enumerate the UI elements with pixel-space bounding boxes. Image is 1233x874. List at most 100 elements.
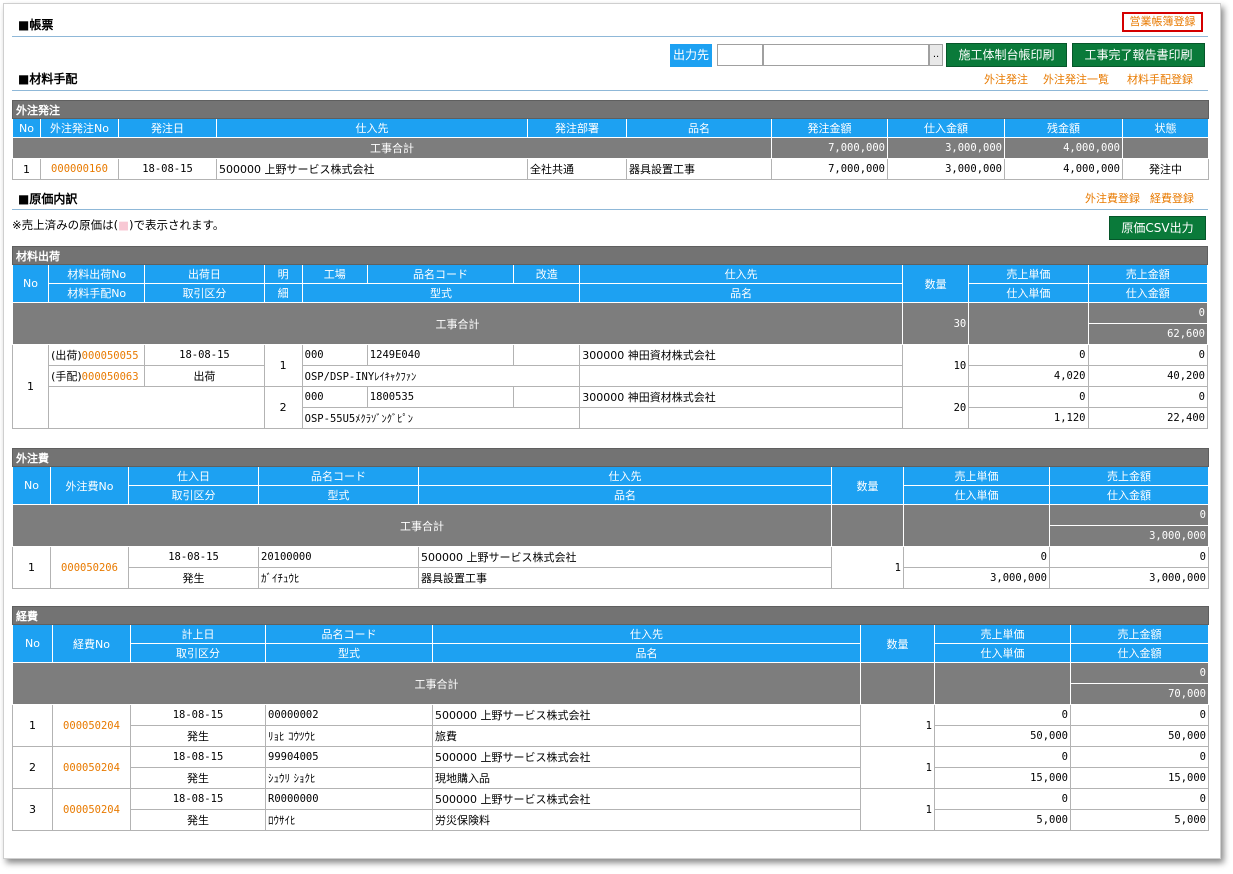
col-header: 工場 [301, 264, 368, 284]
output-browse-button[interactable]: .. [929, 44, 943, 66]
col-header: 売上金額 [1087, 264, 1208, 284]
line-no: 2 [263, 386, 303, 429]
total-purchase: 70,000 [1070, 683, 1209, 705]
col-header: 仕入単価 [934, 643, 1071, 663]
col-header: 売上金額 [1070, 624, 1209, 644]
arrange-no-cell: (手配)000050063 [48, 365, 146, 387]
cost-csv-export-button[interactable]: 原価CSV出力 [1109, 216, 1206, 240]
purchase-amount: 22,400 [1087, 407, 1208, 429]
transaction-type: 発生 [128, 567, 259, 589]
item-name: 器具設置工事 [418, 567, 832, 589]
model: ﾛｳｻｲﾋ [265, 809, 433, 831]
sale-unit: 0 [903, 546, 1050, 568]
material-shipment-table: 材料出荷 No 材料出荷No 出荷日 明 工場 品名コード 改造 仕入先 数量 … [11, 246, 1208, 429]
col-header: 品名 [418, 485, 832, 505]
record-date: 18-08-15 [130, 704, 266, 726]
col-header: 明 [263, 264, 303, 284]
purchase-unit: 5,000 [934, 809, 1071, 831]
qty: 1 [860, 746, 935, 789]
remaining-amount: 4,000,000 [1004, 158, 1123, 180]
row-no: 2 [12, 746, 53, 789]
factory: 000 [301, 344, 368, 366]
col-header: 数量 [860, 624, 935, 663]
item-code: 1800535 [366, 386, 515, 408]
model: ｼｭｳﾘ ｼｮｸﾋ [265, 767, 433, 789]
sales-ledger-register-link[interactable]: 営業帳簿登録 [1122, 12, 1203, 32]
divider [12, 209, 1208, 210]
col-header: 品名 [579, 283, 904, 303]
col-header: 外注発注No [40, 118, 119, 138]
expense-no-link[interactable]: 000050204 [52, 788, 131, 831]
item-name: 器具設置工事 [626, 158, 772, 180]
ship-no-cell: (出荷)000050055 [48, 344, 146, 366]
total-blank [934, 662, 1071, 705]
qty: 20 [902, 386, 970, 429]
ship-no-link[interactable]: 000050055 [82, 350, 139, 362]
material-shipment-bar: 材料出荷 [12, 246, 1208, 265]
output-label: 出力先 [670, 44, 712, 67]
modification [513, 344, 581, 366]
total-label: 工事合計 [12, 504, 832, 547]
arrange-no-link[interactable]: 000050063 [82, 371, 139, 383]
supplier: 500000 上野サービス株式会社 [216, 158, 528, 180]
purchase-amount: 3,000,000 [887, 158, 1005, 180]
col-header: 品名コード [366, 264, 515, 284]
col-header: 発注部署 [527, 118, 627, 138]
col-header: 計上日 [130, 624, 266, 644]
col-header: 細 [263, 283, 303, 303]
col-header: 取引区分 [130, 643, 266, 663]
sale-unit: 0 [934, 788, 1071, 810]
divider [12, 36, 1208, 37]
sale-amount: 0 [1049, 546, 1209, 568]
total-purchase: 3,000,000 [1049, 525, 1209, 547]
row-no: 3 [12, 788, 53, 831]
pink-swatch: ■ [118, 218, 129, 232]
line-no: 1 [263, 344, 303, 387]
purchase-amount: 15,000 [1070, 767, 1209, 789]
ship-prefix: (出荷) [51, 349, 82, 362]
qty: 10 [902, 344, 970, 387]
col-header: 発注日 [118, 118, 217, 138]
expense-no-link[interactable]: 000050204 [52, 704, 131, 747]
output-name-input[interactable] [763, 44, 929, 66]
sale-unit: 0 [934, 704, 1071, 726]
print-construction-ledger-button[interactable]: 施工体制台帳印刷 [946, 43, 1067, 67]
sale-amount: 0 [1070, 788, 1209, 810]
supplier: 500000 上野サービス株式会社 [432, 788, 861, 810]
link-outsource-order-list[interactable]: 外注発注一覧 [1043, 71, 1109, 87]
item-code: R0000000 [265, 788, 433, 810]
link-outsource-cost-register[interactable]: 外注費登録 [1085, 190, 1140, 206]
outsource-order-bar: 外注発注 [12, 100, 1209, 119]
arrange-prefix: (手配) [51, 370, 82, 383]
col-header: 型式 [265, 643, 433, 663]
col-header: 型式 [301, 283, 581, 303]
link-outsource-order[interactable]: 外注発注 [984, 71, 1028, 87]
purchase-unit: 3,000,000 [903, 567, 1050, 589]
expense-table: 経費 No 経費No 計上日 品名コード 仕入先 数量 売上単価 売上金額 取引… [12, 606, 1209, 831]
link-expense-register[interactable]: 経費登録 [1150, 190, 1194, 206]
table-row: 1 000050206 18-08-15 20100000 500000 上野サ… [12, 546, 1209, 589]
outsource-no-link[interactable]: 000050206 [50, 546, 129, 589]
qty: 1 [860, 788, 935, 831]
col-header: 品名コード [258, 466, 419, 486]
output-code-input[interactable] [717, 44, 763, 66]
col-header: No [12, 118, 41, 138]
link-material-register[interactable]: 材料手配登録 [1127, 71, 1193, 87]
sale-amount: 0 [1087, 386, 1208, 408]
col-header: 品名 [432, 643, 861, 663]
expense-no-link[interactable]: 000050204 [52, 746, 131, 789]
row-no: 1 [12, 158, 41, 180]
print-completion-report-button[interactable]: 工事完了報告書印刷 [1072, 43, 1205, 67]
total-qty: 30 [902, 302, 970, 345]
supplier: 300000 神田資材株式会社 [579, 344, 904, 366]
sale-amount: 0 [1070, 746, 1209, 768]
supplier: 500000 上野サービス株式会社 [418, 546, 832, 568]
order-no-link[interactable]: 000000160 [40, 158, 119, 180]
total-label: 工事合計 [12, 137, 772, 159]
purchase-unit: 15,000 [934, 767, 1071, 789]
purchase-amount: 50,000 [1070, 725, 1209, 747]
col-header: 材料手配No [48, 283, 146, 303]
factory: 000 [301, 386, 368, 408]
record-date: 18-08-15 [130, 746, 266, 768]
total-status [1122, 137, 1209, 159]
